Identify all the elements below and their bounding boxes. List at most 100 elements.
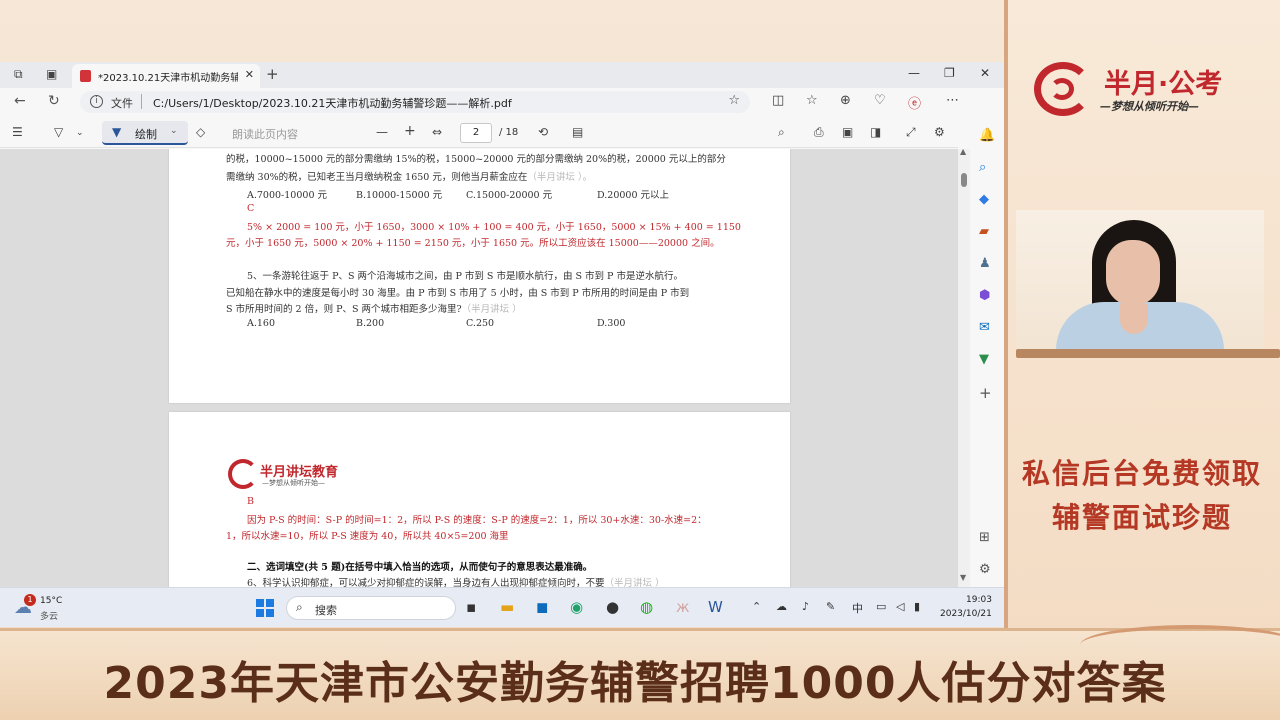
reading-view-icon[interactable]: ◫ [772,93,784,108]
drop-icon[interactable]: ▼ [979,352,989,367]
question-text: 6、科学认识抑郁症，可以减少对抑郁症的误解，当身边有人出现抑郁症倾向时，不要 [247,578,605,587]
pdf-viewer[interactable]: 的税，10000~15000 元的部分需缴纳 15%的税，15000~20000… [0,149,958,587]
weather-temperature[interactable]: 15°C [40,596,62,606]
explanation-line: 因为 P-S 的时间：S-P 的时间=1：2，所以 P-S 的速度：S-P 的速… [247,515,707,526]
address-divider [141,94,142,109]
scroll-down-icon[interactable]: ▼ [960,573,966,582]
wechat-icon[interactable]: ◍ [640,598,653,616]
answer-blank: （半月讲坛 ） [604,578,665,587]
draw-pen-icon: ▼ [112,125,122,139]
microsoft365-icon[interactable]: ⬢ [979,288,990,303]
presenter-frame-shelf [1016,349,1280,358]
battery-icon[interactable]: ▮ [914,600,920,613]
vertical-scrollbar[interactable]: ▲ ▼ [958,147,970,587]
pdf-file-icon [80,70,91,82]
page-view-icon[interactable]: ▤ [572,125,583,139]
pdf-toolbar: ☰ ▽ ⌄ ▼ 绘制 ⌄ ◇ 朗读此页内容 — + ⇔ 2 / 18 ⟲ ▤ ⌕… [0,118,958,148]
collections-icon[interactable]: ⊕ [840,93,851,108]
save-icon[interactable]: ▣ [842,125,853,139]
show-hidden-icons-icon[interactable]: ⌃ [752,600,761,613]
address-path[interactable]: C:/Users/1/Desktop/2023.10.21天津市机动勤务辅警珍题… [153,95,512,111]
fullscreen-icon[interactable]: ⤢ [906,125,916,140]
question-line: 已知船在静水中的速度是每小时 30 海里。由 P 市到 S 市用了 5 小时，由… [226,288,690,299]
contents-icon[interactable]: ☰ [12,125,23,139]
store-icon[interactable]: ◼ [536,598,548,616]
address-bar[interactable]: i 文件 C:/Users/1/Desktop/2023.10.21天津市机动勤… [80,91,750,113]
close-window-icon[interactable]: ✕ [980,66,990,80]
cloud-sync-icon[interactable]: ☁ [776,600,787,613]
taskbar-search[interactable]: ⌕ 搜索 [286,596,456,620]
bottom-banner: 2023年天津市公安勤务辅警招聘1000人估分对答案 [0,625,1280,720]
draw-button[interactable]: ▼ 绘制 ⌄ [102,121,188,145]
favorite-star-icon[interactable]: ☆ [728,93,740,108]
tab-actions-icon[interactable]: ▣ [46,67,57,81]
add-sidebar-app-icon[interactable]: + [979,384,992,402]
sidebar-settings-icon[interactable]: ⚙ [979,562,991,577]
shopping-tag-icon[interactable]: ◆ [979,192,989,207]
weather-description[interactable]: 多云 [40,609,58,622]
volume-mute-icon[interactable]: ◁ [896,600,904,613]
back-icon[interactable]: ← [14,93,26,109]
scroll-up-icon[interactable]: ▲ [960,147,966,156]
read-aloud-button[interactable]: 朗读此页内容 [232,126,298,142]
chevron-down-icon[interactable]: ⌄ [170,126,178,136]
windows-start-icon[interactable] [256,599,274,617]
split-screen-icon[interactable]: ⊞ [979,530,990,545]
eraser-icon[interactable]: ◇ [196,125,205,139]
refresh-icon[interactable]: ↻ [48,93,60,109]
new-tab-icon[interactable]: + [266,65,279,83]
settings-gear-icon[interactable]: ⚙ [934,125,945,139]
scroll-thumb[interactable] [961,173,967,187]
maximize-icon[interactable]: ❐ [944,66,955,80]
zoom-in-icon[interactable]: + [404,123,416,139]
file-explorer-icon[interactable]: ▬ [500,598,514,616]
edge-browser-icon[interactable]: ◉ [570,598,583,616]
search-icon[interactable]: ⌕ [778,125,785,140]
tab-title: *2023.10.21天津市机动勤务辅警 [98,73,238,84]
weather-badge: 1 [24,594,36,606]
input-method-indicator[interactable]: 中 [852,600,863,616]
pdf-page-2: 半月讲坛教育 —梦想从倾听开始— B 因为 P-S 的时间：S-P 的时间=1：… [169,412,790,587]
workspaces-icon[interactable]: ⧉ [14,67,23,82]
minimize-icon[interactable]: — [908,66,920,80]
presenter-video [1016,210,1264,356]
brand-slogan: —梦想从倾听开始— [1100,100,1199,113]
more-menu-icon[interactable]: ⋯ [946,93,959,108]
outlook-icon[interactable]: ✉ [979,320,990,335]
highlight-dropdown-icon[interactable]: ⌄ [76,128,84,138]
search-placeholder: 搜索 [315,604,337,617]
zoom-out-icon[interactable]: — [376,125,388,139]
favorites-icon[interactable]: ☆ [806,93,818,108]
sidebar-search-icon[interactable]: ⌕ [979,160,986,175]
save-as-icon[interactable]: ◨ [870,125,881,139]
word-icon[interactable]: W [708,598,723,616]
highlight-icon[interactable]: ▽ [54,125,63,139]
browser-essentials-icon[interactable]: ♡ [874,93,886,108]
section-title: 二、选词填空(共 5 题)在括号中填入恰当的选项，从而使句子的意思表达最准确。 [247,562,593,573]
logo-slogan: —梦想从倾听开始— [262,479,325,487]
display-icon[interactable]: ▭ [876,600,886,613]
tab-pdf[interactable]: *2023.10.21天津市机动勤务辅警 ✕ [72,64,260,88]
close-tab-icon[interactable]: ✕ [245,68,254,81]
app-icon[interactable]: ● [606,598,619,616]
task-view-icon[interactable]: ▪ [466,598,476,616]
clock-date[interactable]: 2023/10/21 [940,609,992,619]
fit-page-icon[interactable]: ⇔ [432,125,442,139]
tools-icon[interactable]: ▰ [979,224,989,239]
question-text: S 市所用时间的 2 倍，则 P、S 两个城市相距多少海里? [226,304,462,315]
pen-icon[interactable]: ✎ [826,600,835,613]
extension-logo-icon[interactable]: ⓔ [908,93,921,112]
app-butterfly-icon[interactable]: ж [676,598,690,616]
text-line: 的税，10000~15000 元的部分需缴纳 15%的税，15000~20000… [226,154,726,165]
page-number-input[interactable]: 2 [460,123,492,143]
rotate-icon[interactable]: ⟲ [538,125,548,139]
answer-blank: （半月讲坛 ） [461,304,522,315]
info-icon[interactable]: i [90,95,103,108]
print-icon[interactable]: ⎙ [814,125,824,140]
clock-time[interactable]: 19:03 [966,595,992,605]
notification-bell-icon[interactable]: 🔔 [979,128,995,143]
browser-window: ⧉ ▣ *2023.10.21天津市机动勤务辅警 ✕ + — ❐ ✕ ← ↻ i… [0,62,1004,627]
question-line: 6、科学认识抑郁症，可以减少对抑郁症的误解，当身边有人出现抑郁症倾向时，不要（半… [247,575,665,587]
microphone-icon[interactable]: ♪ [802,600,809,613]
games-icon[interactable]: ♟ [979,256,991,271]
